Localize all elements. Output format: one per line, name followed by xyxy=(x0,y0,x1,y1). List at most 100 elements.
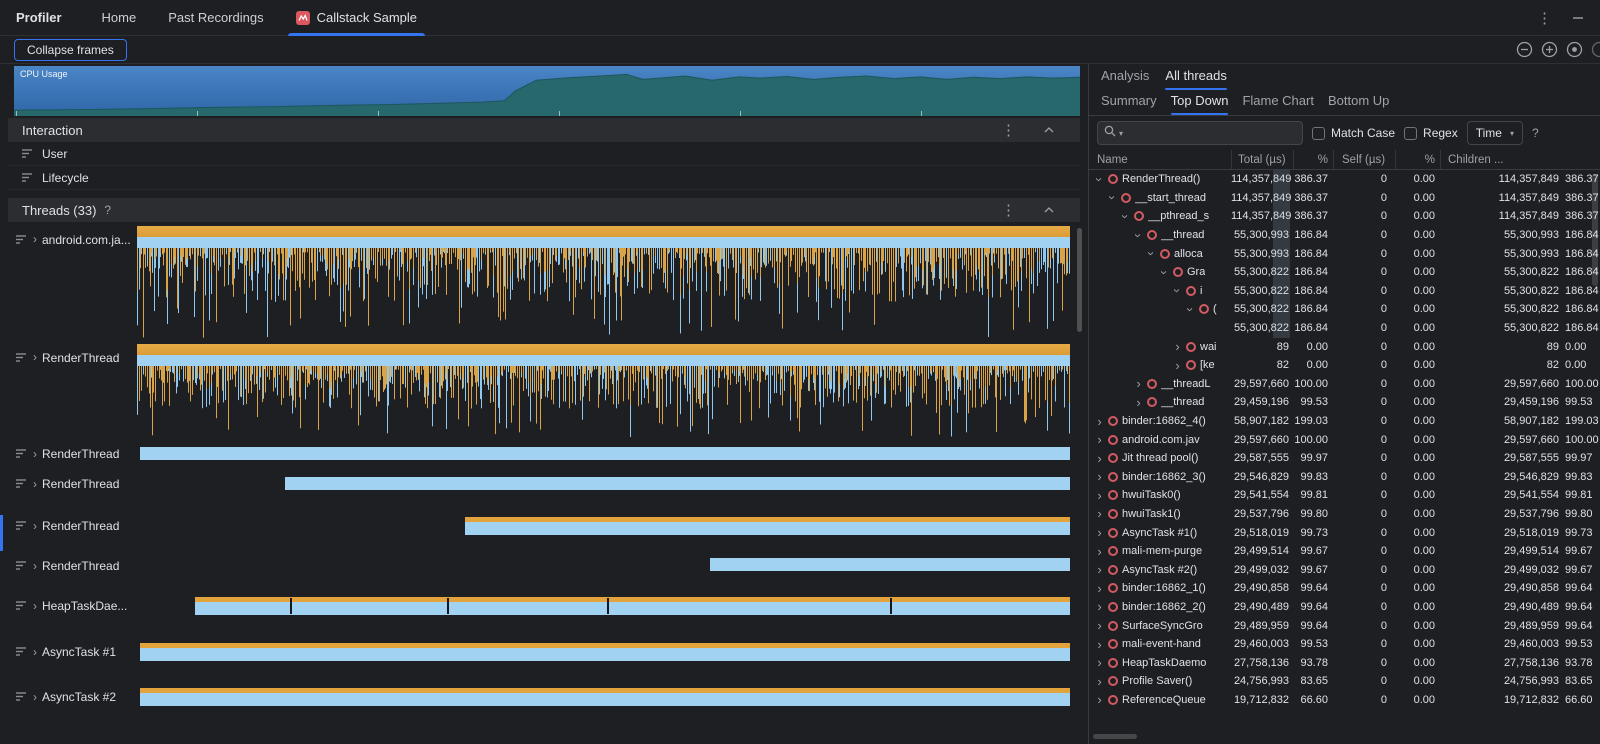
tree-chevron-icon[interactable]: › xyxy=(1106,193,1119,202)
section-options-icon[interactable]: ⋮ xyxy=(1001,201,1016,219)
tree-chevron-icon[interactable]: › xyxy=(1095,675,1104,688)
table-row[interactable]: › HeapTaskDaemo 27,758,136 93.78 0 0.00 … xyxy=(1089,653,1600,672)
thread-label[interactable]: › android.com.ja... xyxy=(8,226,137,338)
table-row[interactable]: › __pthread_s 114,357,849 386.37 0 0.00 … xyxy=(1089,207,1600,226)
tree-chevron-icon[interactable]: › xyxy=(1095,433,1104,446)
thread-label[interactable]: › HeapTaskDae... xyxy=(8,595,137,616)
thread-track[interactable] xyxy=(137,595,1070,616)
chevron-right-icon[interactable]: › xyxy=(33,351,37,363)
chevron-right-icon[interactable]: › xyxy=(33,600,37,612)
table-row[interactable]: › AsyncTask #1() 29,518,019 99.73 0 0.00… xyxy=(1089,523,1600,542)
thread-row[interactable]: › RenderThread xyxy=(8,445,1080,463)
table-row[interactable]: › RenderThread() 114,357,849 386.37 0 0.… xyxy=(1089,170,1600,189)
collapse-section-icon[interactable] xyxy=(1044,127,1054,133)
table-row[interactable]: › alloca 55,300,993 186.84 0 0.00 55,300… xyxy=(1089,244,1600,263)
view-tab[interactable]: Flame Chart xyxy=(1242,93,1314,115)
thread-label[interactable]: › AsyncTask #2 xyxy=(8,686,137,708)
method-name-cell[interactable]: › __pthread_s xyxy=(1089,210,1231,223)
tree-chevron-icon[interactable]: › xyxy=(1173,359,1182,372)
table-row[interactable]: › __start_thread 114,357,849 386.37 0 0.… xyxy=(1089,189,1600,208)
method-name-cell[interactable]: › __thread xyxy=(1089,229,1231,242)
thread-row[interactable]: › RenderThread xyxy=(8,344,1080,437)
method-name-cell[interactable]: › ( xyxy=(1089,303,1231,316)
table-row[interactable]: › SurfaceSyncGro 29,489,959 99.64 0 0.00… xyxy=(1089,616,1600,635)
tree-chevron-icon[interactable]: › xyxy=(1134,377,1143,390)
table-row[interactable]: › wai 89 0.00 0 0.00 89 0.00 xyxy=(1089,337,1600,356)
thread-track[interactable] xyxy=(137,641,1070,663)
thread-label[interactable]: › AsyncTask #1 xyxy=(8,641,137,663)
column-header-selfpct[interactable]: % xyxy=(1395,150,1440,169)
thread-row[interactable]: › RenderThread xyxy=(8,475,1080,493)
zoom-to-selection-icon[interactable] xyxy=(1591,41,1600,58)
table-row[interactable]: › Profile Saver() 24,756,993 83.65 0 0.0… xyxy=(1089,672,1600,691)
search-help-icon[interactable]: ? xyxy=(1532,126,1539,140)
method-name-cell[interactable]: › Profile Saver() xyxy=(1089,675,1231,688)
table-row[interactable]: › android.com.jav 29,597,660 100.00 0 0.… xyxy=(1089,430,1600,449)
section-options-icon[interactable]: ⋮ xyxy=(1001,121,1016,139)
chevron-right-icon[interactable]: › xyxy=(33,520,37,532)
column-header-total[interactable]: Total (µs) xyxy=(1231,150,1293,169)
method-name-cell[interactable]: › __thread xyxy=(1089,396,1231,409)
method-name-cell[interactable]: › Jit thread pool() xyxy=(1089,452,1231,465)
thread-label[interactable]: › RenderThread xyxy=(8,515,137,536)
table-row[interactable]: › ReferenceQueue 19,712,832 66.60 0 0.00… xyxy=(1089,691,1600,710)
thread-track[interactable] xyxy=(137,556,1070,575)
search-input[interactable] xyxy=(1126,126,1296,140)
interaction-row[interactable]: User xyxy=(8,142,1080,166)
table-horizontal-scrollbar[interactable] xyxy=(1093,734,1137,739)
tree-chevron-icon[interactable]: › xyxy=(1095,638,1104,651)
column-header-self[interactable]: Self (µs) xyxy=(1333,150,1395,169)
chevron-right-icon[interactable]: › xyxy=(33,691,37,703)
tree-chevron-icon[interactable]: › xyxy=(1158,268,1171,277)
tree-chevron-icon[interactable]: › xyxy=(1095,693,1104,706)
table-row[interactable]: › binder:16862_2() 29,490,489 99.64 0 0.… xyxy=(1089,598,1600,617)
table-row[interactable]: › binder:16862_1() 29,490,858 99.64 0 0.… xyxy=(1089,579,1600,598)
thread-track[interactable] xyxy=(137,344,1070,437)
column-header-children[interactable]: Children ... xyxy=(1440,150,1600,169)
thread-row[interactable]: › RenderThread xyxy=(8,515,1080,536)
titlebar-tab[interactable]: Callstack Sample xyxy=(280,0,433,36)
method-name-cell[interactable]: › binder:16862_2() xyxy=(1089,600,1231,613)
table-row[interactable]: › [ke 82 0.00 0 0.00 82 0.00 xyxy=(1089,356,1600,375)
method-name-cell[interactable]: › hwuiTask0() xyxy=(1089,489,1231,502)
thread-track[interactable] xyxy=(137,475,1070,493)
tree-chevron-icon[interactable]: › xyxy=(1095,470,1104,483)
table-row[interactable]: › __thread 55,300,993 186.84 0 0.00 55,3… xyxy=(1089,226,1600,245)
hide-icon[interactable] xyxy=(1572,12,1584,24)
table-row[interactable]: › i 55,300,822 186.84 0 0.00 55,300,822 … xyxy=(1089,282,1600,301)
table-row[interactable]: › hwuiTask1() 29,537,796 99.80 0 0.00 29… xyxy=(1089,505,1600,524)
thread-track[interactable] xyxy=(137,445,1070,463)
tree-chevron-icon[interactable]: › xyxy=(1132,231,1145,240)
collapse-frames-button[interactable]: Collapse frames xyxy=(14,39,127,61)
table-row[interactable]: › 55,300,822 186.84 0 0.00 55,300,822 18… xyxy=(1089,319,1600,338)
table-row[interactable]: › mali-event-hand 29,460,003 99.53 0 0.0… xyxy=(1089,635,1600,654)
table-row[interactable]: › binder:16862_4() 58,907,182 199.03 0 0… xyxy=(1089,412,1600,431)
method-name-cell[interactable]: › [ke xyxy=(1089,359,1231,372)
thread-row[interactable]: › RenderThread xyxy=(8,556,1080,575)
thread-track[interactable] xyxy=(137,226,1070,338)
method-name-cell[interactable]: › mali-event-hand xyxy=(1089,638,1231,651)
thread-row[interactable]: › HeapTaskDae... xyxy=(8,595,1080,616)
table-row[interactable]: › AsyncTask #2() 29,499,032 99.67 0 0.00… xyxy=(1089,560,1600,579)
table-vertical-scrollbar[interactable] xyxy=(1592,174,1598,286)
zoom-in-icon[interactable] xyxy=(1541,41,1558,58)
tree-chevron-icon[interactable]: › xyxy=(1095,452,1104,465)
tree-chevron-icon[interactable]: › xyxy=(1171,286,1184,295)
regex-option[interactable]: Regex xyxy=(1404,126,1458,140)
threads-help-icon[interactable]: ? xyxy=(104,203,111,217)
thread-row[interactable]: › AsyncTask #2 xyxy=(8,686,1080,708)
method-name-cell[interactable]: › android.com.jav xyxy=(1089,433,1231,446)
chevron-right-icon[interactable]: › xyxy=(33,448,37,460)
chevron-right-icon[interactable]: › xyxy=(33,560,37,572)
tree-chevron-icon[interactable]: › xyxy=(1093,175,1106,184)
tree-chevron-icon[interactable]: › xyxy=(1095,563,1104,576)
table-row[interactable]: › Jit thread pool() 29,587,555 99.97 0 0… xyxy=(1089,449,1600,468)
tree-chevron-icon[interactable]: › xyxy=(1095,507,1104,520)
method-name-cell[interactable]: › binder:16862_4() xyxy=(1089,415,1231,428)
method-name-cell[interactable]: › binder:16862_3() xyxy=(1089,470,1231,483)
method-name-cell[interactable]: › wai xyxy=(1089,340,1231,353)
tree-chevron-icon[interactable]: › xyxy=(1184,305,1197,314)
thread-label[interactable]: › RenderThread xyxy=(8,445,137,463)
method-name-cell[interactable]: › Gra xyxy=(1089,266,1231,279)
table-row[interactable]: › hwuiTask0() 29,541,554 99.81 0 0.00 29… xyxy=(1089,486,1600,505)
